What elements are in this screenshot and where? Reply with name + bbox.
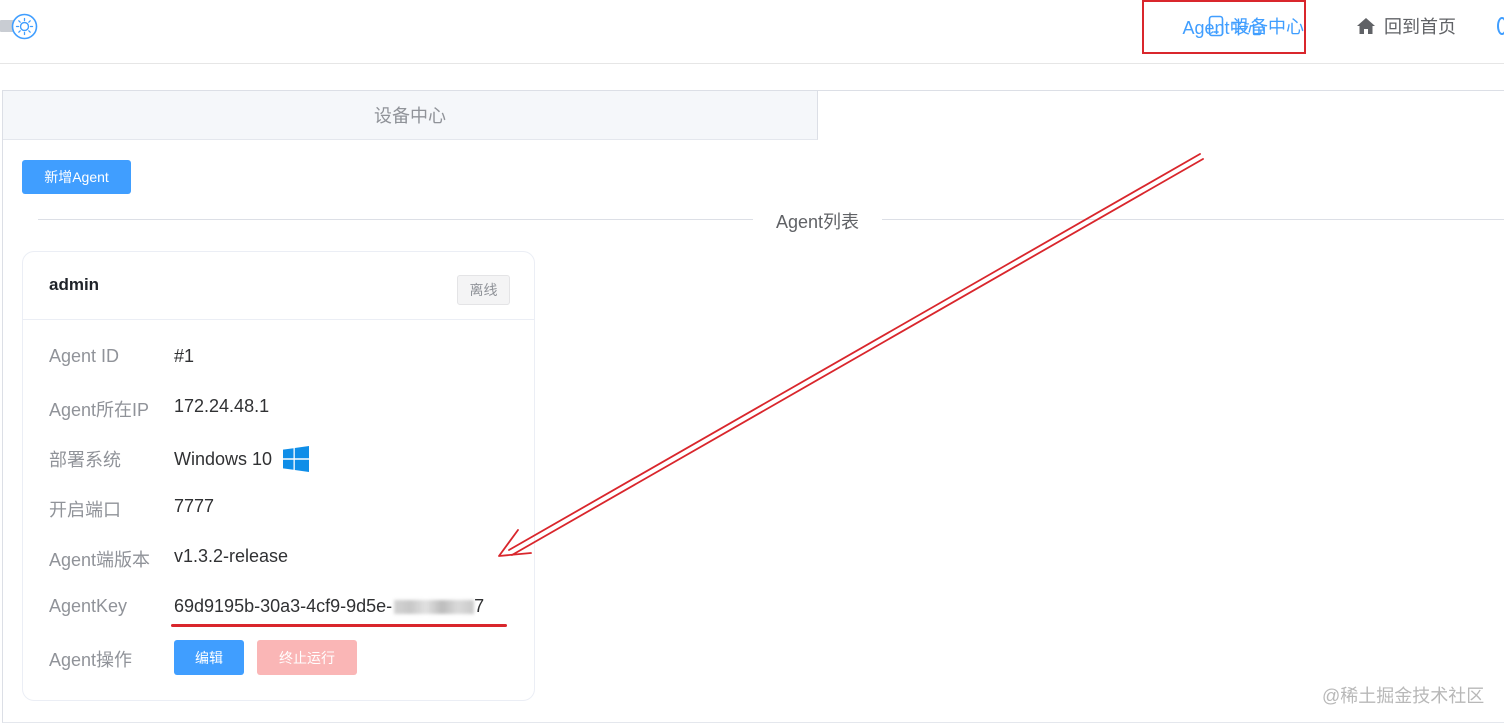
deploy-os-row: 部署系统 Windows 10 <box>23 442 534 472</box>
open-port-row: 开启端口 7777 <box>23 492 534 522</box>
field-label: AgentKey <box>49 596 128 616</box>
sun-logo-icon[interactable] <box>11 13 38 40</box>
field-label: 部署系统 <box>49 450 121 470</box>
status-badge: 离线 <box>457 275 510 305</box>
stop-running-button[interactable]: 终止运行 <box>257 640 357 675</box>
field-label: Agent操作 <box>49 650 133 670</box>
agent-card-header: admin 离线 <box>23 252 534 320</box>
redacted-blur <box>394 599 475 614</box>
tab-device-center[interactable]: 设备中心 <box>3 91 818 140</box>
agent-card: admin 离线 Agent ID #1 Agent所在IP 172.24.48… <box>22 251 535 701</box>
edit-button[interactable]: 编辑 <box>174 640 244 675</box>
nav-home[interactable]: 回到首页 <box>1356 14 1456 38</box>
tab-bar: 设备中心 <box>3 91 1504 140</box>
field-label: Agent端版本 <box>49 550 151 570</box>
tab-agent-center-bg[interactable] <box>818 91 1504 140</box>
watermark: @稀土掘金技术社区 <box>1322 686 1485 706</box>
agent-key-row: AgentKey 69d9195b-30a3-4cf9-9d5e- 7 <box>23 592 534 622</box>
agent-name: admin <box>49 275 100 294</box>
field-label: Agent所在IP <box>49 400 150 420</box>
field-value: 7777 <box>174 496 215 516</box>
add-agent-button[interactable]: 新增Agent <box>22 160 131 194</box>
nav-overflow-icon[interactable] <box>1497 17 1504 35</box>
tab-agent-center[interactable]: Agent中心 <box>1142 0 1306 54</box>
os-name: Windows 10 <box>174 448 273 469</box>
agent-key-visible: 69d9195b-30a3-4cf9-9d5e- <box>174 596 393 616</box>
agent-id-row: Agent ID #1 <box>23 342 534 372</box>
home-icon <box>1357 18 1375 34</box>
nav-home-label: 回到首页 <box>1384 17 1456 37</box>
agent-key-value: 69d9195b-30a3-4cf9-9d5e- 7 <box>174 596 484 617</box>
divider-line-left <box>38 219 753 220</box>
field-value: 172.24.48.1 <box>174 396 270 416</box>
agent-ip-row: Agent所在IP 172.24.48.1 <box>23 392 534 422</box>
field-label: 开启端口 <box>49 500 121 520</box>
field-value: v1.3.2-release <box>174 546 289 566</box>
divider-line-right <box>882 219 1504 220</box>
field-value: #1 <box>174 346 195 366</box>
windows-icon <box>283 446 310 472</box>
agent-key-tail: 7 <box>474 596 485 616</box>
field-label: Agent ID <box>49 346 120 366</box>
agent-list-divider-label: Agent列表 <box>775 212 860 232</box>
agent-version-row: Agent端版本 v1.3.2-release <box>23 542 534 572</box>
annotation-underline <box>171 624 507 627</box>
field-value: Windows 10 <box>174 446 310 472</box>
